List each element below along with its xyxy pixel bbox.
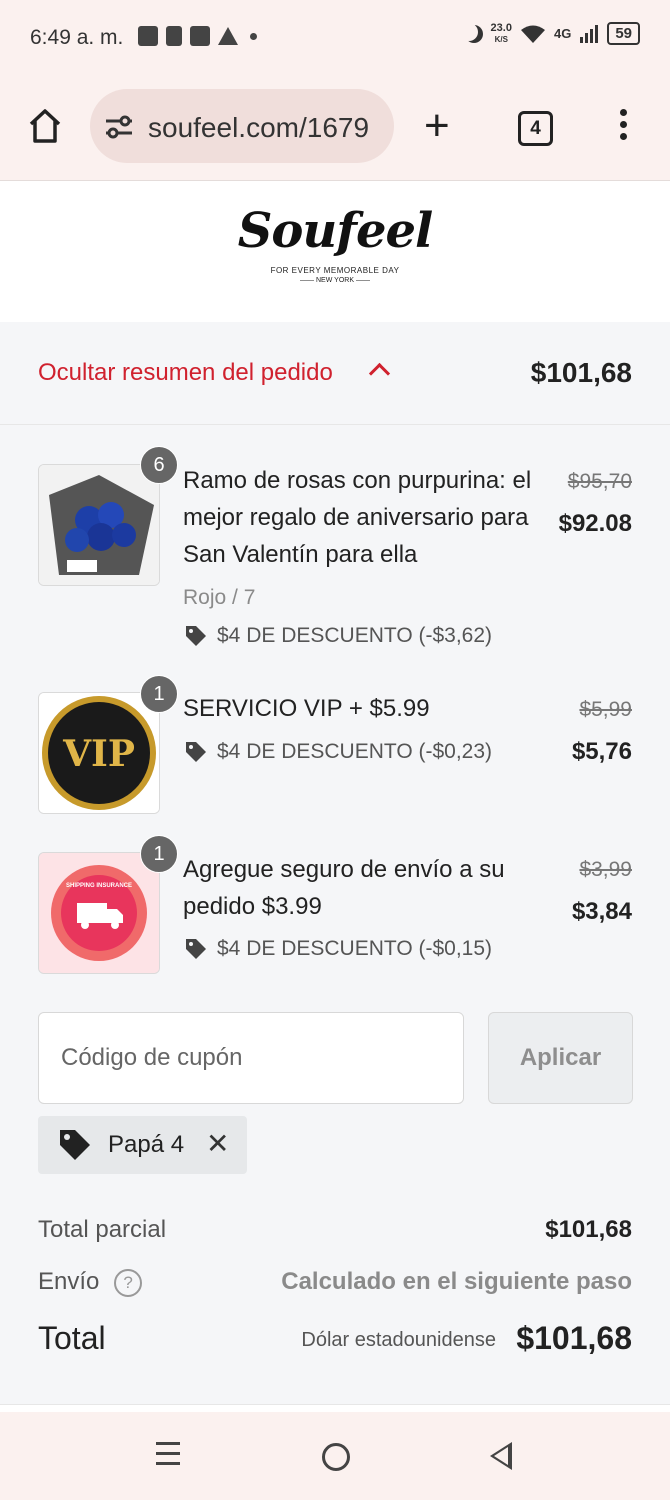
network-speed: 23.0 K/S: [490, 21, 512, 45]
dice-notification-icon: [190, 26, 210, 46]
discounted-price: $92.08: [558, 510, 632, 537]
site-settings-icon[interactable]: [104, 114, 134, 140]
discount-text: $4 DE DESCUENTO (-$0,15): [217, 937, 493, 960]
original-price: $3,99: [579, 858, 632, 881]
more-options-icon[interactable]: [620, 109, 628, 145]
url-text[interactable]: soufeel.com/1679: [148, 112, 369, 144]
shipping-insurance-badge: SHIPPING INSURANCE: [39, 853, 159, 973]
chevron-up-icon[interactable]: [368, 362, 391, 385]
original-price: $5,99: [579, 698, 632, 721]
browser-toolbar: soufeel.com/1679 + 4: [0, 76, 670, 181]
item-variant: Rojo / 7: [183, 586, 256, 609]
shipping-insurance-badge-text: SHIPPING INSURANCE: [66, 883, 132, 889]
original-price: $95,70: [567, 470, 632, 493]
currency-label: Dólar estadounidense: [301, 1329, 496, 1351]
tag-icon: [60, 1130, 90, 1160]
product-image-shipping-insurance: SHIPPING INSURANCE: [38, 852, 160, 974]
status-time: 6:49 a. m.: [30, 26, 124, 49]
news-notification-icon: [138, 26, 158, 46]
system-status: 23.0 K/S 4G 59: [465, 22, 640, 45]
discounted-price: $5,76: [571, 738, 632, 765]
applied-coupon-chip: Papá 4 ✕: [38, 1116, 247, 1174]
brand-tagline: FOR EVERY MEMORABLE DAY: [270, 266, 400, 275]
back-icon[interactable]: [490, 1442, 512, 1470]
shipping-row-label: Envío ?: [38, 1268, 143, 1297]
office-notification-icon: [166, 26, 182, 46]
brand-logo[interactable]: Soufeel: [0, 203, 670, 259]
shipping-value: Calculado en el siguiente paso: [281, 1268, 632, 1295]
warning-icon: [218, 27, 238, 45]
do-not-disturb-icon: [465, 25, 483, 43]
more-notifications-icon: [250, 32, 257, 40]
signal-icon: [580, 24, 599, 43]
summary-total: $101,68: [530, 357, 632, 388]
remove-coupon-close-icon[interactable]: ✕: [206, 1130, 229, 1158]
apply-coupon-button[interactable]: Aplicar: [488, 1012, 633, 1104]
brand-location-text: NEW YORK: [316, 277, 354, 284]
discount-text: $4 DE DESCUENTO (-$0,23): [217, 740, 493, 763]
quantity-badge: 6: [140, 446, 178, 484]
quantity-badge: 1: [140, 835, 178, 873]
subtotal-value: $101,68: [545, 1216, 632, 1243]
wifi-icon: [520, 25, 545, 43]
network-type: 4G: [553, 26, 572, 41]
system-navigation-bar: [0, 1412, 670, 1500]
product-image-rose-bouquet: [38, 464, 160, 586]
help-icon[interactable]: ?: [114, 1268, 143, 1297]
applied-coupon-code: Papá 4: [108, 1131, 185, 1158]
tab-switcher-button[interactable]: 4: [518, 111, 553, 146]
brand-location: —— NEW YORK ——: [300, 277, 370, 284]
total-value: $101,68: [516, 1320, 632, 1356]
notification-icons: [138, 26, 257, 46]
site-header: Soufeel FOR EVERY MEMORABLE DAY —— NEW Y…: [0, 181, 670, 323]
total-label: Total: [38, 1320, 106, 1356]
subtotal-label: Total parcial: [38, 1216, 167, 1243]
item-name: Ramo de rosas con purpurina: el mejor re…: [183, 467, 532, 568]
speed-unit: K/S: [494, 34, 508, 44]
tag-icon: [186, 626, 206, 646]
quantity-badge: 1: [140, 675, 178, 713]
speed-value: 23.0: [490, 21, 512, 34]
discount-text: $4 DE DESCUENTO (-$3,62): [217, 624, 493, 647]
status-bar: 6:49 a. m. 23.0 K/S 4G 59: [0, 0, 670, 76]
battery-icon: 59: [607, 22, 640, 45]
item-name: Agregue seguro de envío a su pedido $3.9…: [183, 856, 505, 920]
rose-bouquet-image: [39, 465, 159, 585]
vip-badge-text: VIP: [62, 733, 135, 775]
coupon-code-input[interactable]: [38, 1012, 464, 1104]
vip-badge-image: VIP: [39, 693, 159, 813]
discounted-price: $3,84: [571, 898, 632, 925]
item-discount: $4 DE DESCUENTO (-$0,15): [185, 937, 492, 961]
product-image-vip: VIP: [38, 692, 160, 814]
item-discount: $4 DE DESCUENTO (-$0,23): [185, 740, 492, 764]
order-summary-toggle[interactable]: Ocultar resumen del pedido $101,68: [0, 322, 670, 425]
item-name: SERVICIO VIP + $5.99: [183, 695, 430, 722]
tag-icon: [186, 742, 206, 762]
recents-icon[interactable]: [156, 1442, 180, 1472]
toggle-summary-label[interactable]: Ocultar resumen del pedido: [38, 359, 333, 387]
address-bar[interactable]: soufeel.com/1679: [90, 89, 394, 163]
home-circle-icon[interactable]: [322, 1443, 350, 1471]
shipping-label: Envío: [38, 1268, 100, 1295]
home-icon[interactable]: [28, 108, 62, 144]
item-discount: $4 DE DESCUENTO (-$3,62): [185, 624, 492, 648]
new-tab-icon[interactable]: +: [424, 104, 450, 148]
tag-icon: [186, 939, 206, 959]
